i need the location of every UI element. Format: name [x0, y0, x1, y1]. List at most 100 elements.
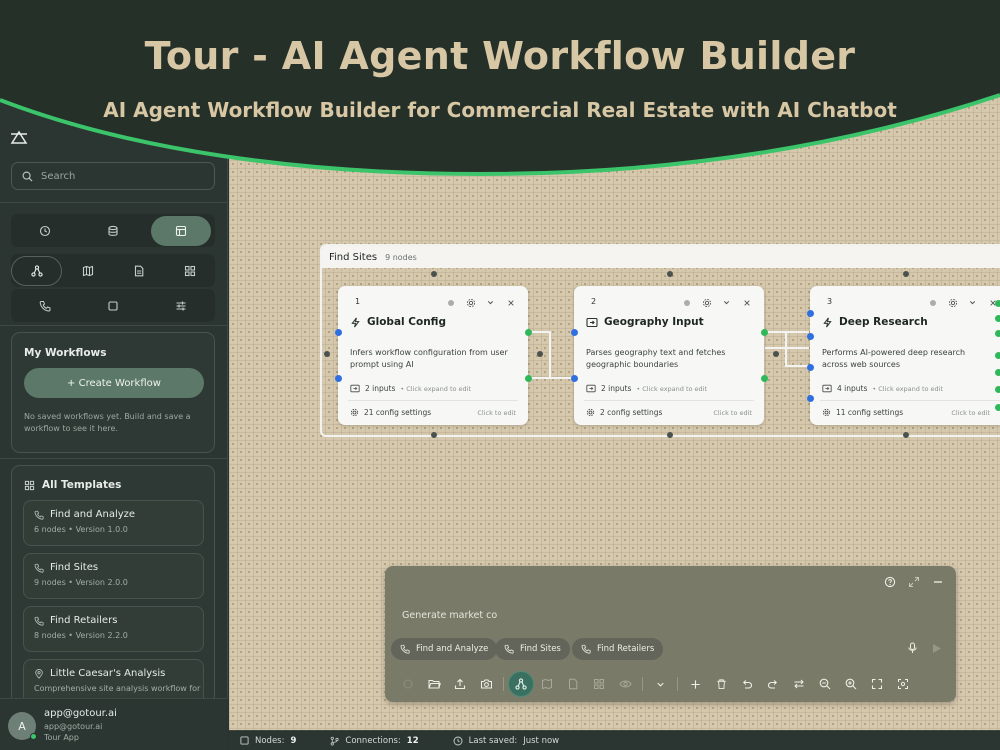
node-edit-link[interactable]: Click to edit: [477, 409, 516, 417]
node-config: 21 config settings: [364, 408, 432, 417]
grid-view-button[interactable]: [586, 672, 612, 696]
add-node-button[interactable]: [682, 672, 708, 696]
redo-button[interactable]: [760, 672, 786, 696]
status-indicator: [679, 295, 694, 310]
group-handle[interactable]: [667, 271, 673, 277]
more-dropdown-button[interactable]: [647, 672, 673, 696]
node-expand-button[interactable]: [719, 295, 734, 310]
phone-button[interactable]: [15, 291, 75, 321]
output-port[interactable]: [761, 329, 768, 336]
map-view-button[interactable]: [534, 672, 560, 696]
minimize-icon[interactable]: [932, 576, 944, 588]
database-button[interactable]: [83, 216, 143, 246]
input-port[interactable]: [571, 375, 578, 382]
center-view-button[interactable]: [890, 672, 916, 696]
document-view-button[interactable]: [560, 672, 586, 696]
group-handle[interactable]: [667, 432, 673, 438]
workflow-view-button[interactable]: [508, 671, 534, 697]
group-node-count: 9 nodes: [385, 252, 417, 262]
input-port[interactable]: [807, 364, 814, 371]
screenshot-button[interactable]: [473, 672, 499, 696]
zoom-out-button[interactable]: [812, 672, 838, 696]
bolt-icon: [823, 317, 832, 327]
microphone-icon[interactable]: [907, 642, 918, 654]
chevron-down-icon: [969, 301, 976, 305]
output-port[interactable]: [525, 329, 532, 336]
swap-button[interactable]: [786, 672, 812, 696]
output-port[interactable]: [995, 300, 1000, 307]
square-icon: [108, 300, 118, 311]
template-card-find-retailers[interactable]: Find Retailers 8 nodes • Version 2.2.0: [23, 606, 204, 652]
tour-logo-icon[interactable]: [10, 128, 28, 146]
node-expand-button[interactable]: [483, 295, 498, 310]
document-button[interactable]: [113, 256, 164, 286]
template-name: Find Sites: [50, 562, 99, 573]
node-global-config[interactable]: 1 Global Config Infers workflow configur…: [338, 286, 528, 425]
chip-label: Find and Analyze: [416, 644, 489, 654]
group-handle[interactable]: [324, 351, 330, 357]
group-handle[interactable]: [537, 351, 543, 357]
template-card-find-and-analyze[interactable]: Find and Analyze 6 nodes • Version 1.0.0: [23, 500, 204, 546]
apps-button[interactable]: [164, 256, 215, 286]
input-port[interactable]: [571, 329, 578, 336]
node-group-header[interactable]: Find Sites 9 nodes: [322, 246, 1000, 268]
node-close-button[interactable]: [503, 295, 518, 310]
input-icon: [350, 384, 360, 393]
input-port[interactable]: [807, 310, 814, 317]
chat-help-icon[interactable]: [884, 576, 896, 588]
save-button[interactable]: [395, 672, 421, 696]
undo-button[interactable]: [734, 672, 760, 696]
export-button[interactable]: [447, 672, 473, 696]
chip-find-sites[interactable]: Find Sites: [495, 638, 570, 660]
send-icon[interactable]: [932, 643, 942, 654]
zoom-in-button[interactable]: [838, 672, 864, 696]
output-port[interactable]: [995, 404, 1000, 411]
group-handle[interactable]: [773, 351, 779, 357]
node-close-button[interactable]: [739, 295, 754, 310]
square-button[interactable]: [83, 291, 143, 321]
user-profile[interactable]: A app@gotour.ai app@gotour.ai Tour App: [0, 698, 228, 750]
fit-view-button[interactable]: [864, 672, 890, 696]
output-port[interactable]: [995, 386, 1000, 393]
output-port[interactable]: [995, 352, 1000, 359]
map-button[interactable]: [62, 256, 113, 286]
delete-button[interactable]: [708, 672, 734, 696]
input-port[interactable]: [807, 333, 814, 340]
output-port[interactable]: [995, 369, 1000, 376]
group-handle[interactable]: [903, 432, 909, 438]
chip-find-retailers[interactable]: Find Retailers: [572, 638, 664, 660]
search-input[interactable]: Search: [11, 162, 215, 190]
tool-row-1: [11, 214, 215, 247]
chip-find-and-analyze[interactable]: Find and Analyze: [391, 638, 498, 660]
output-port[interactable]: [995, 315, 1000, 322]
output-port[interactable]: [525, 375, 532, 382]
node-settings-button[interactable]: [945, 295, 960, 310]
chat-input[interactable]: Generate market co: [402, 610, 497, 621]
workflow-button[interactable]: [11, 255, 63, 286]
sliders-button[interactable]: [151, 291, 211, 321]
group-handle[interactable]: [903, 271, 909, 277]
expand-icon[interactable]: [908, 576, 920, 588]
node-edit-link[interactable]: Click to edit: [713, 409, 752, 417]
input-port[interactable]: [335, 329, 342, 336]
group-handle[interactable]: [431, 432, 437, 438]
group-handle[interactable]: [431, 271, 437, 277]
history-button[interactable]: [15, 216, 75, 246]
fullscreen-icon: [871, 678, 883, 690]
node-expand-button[interactable]: [965, 295, 980, 310]
node-geography-input[interactable]: 2 Geography Input Parses geography text …: [574, 286, 764, 425]
node-settings-button[interactable]: [699, 295, 714, 310]
node-edit-link[interactable]: Click to edit: [951, 409, 990, 417]
gear-icon: [586, 408, 595, 417]
output-port[interactable]: [761, 375, 768, 382]
open-folder-button[interactable]: [421, 672, 447, 696]
output-port[interactable]: [995, 330, 1000, 337]
template-card-find-sites[interactable]: Find Sites 9 nodes • Version 2.0.0: [23, 553, 204, 599]
layout-button[interactable]: [151, 215, 211, 246]
node-settings-button[interactable]: [463, 295, 478, 310]
preview-button[interactable]: [612, 672, 638, 696]
input-port[interactable]: [335, 375, 342, 382]
create-workflow-button[interactable]: + Create Workflow: [24, 368, 204, 398]
input-port[interactable]: [807, 395, 814, 402]
node-deep-research[interactable]: 3 Deep Research Performs AI-powered deep…: [810, 286, 1000, 425]
